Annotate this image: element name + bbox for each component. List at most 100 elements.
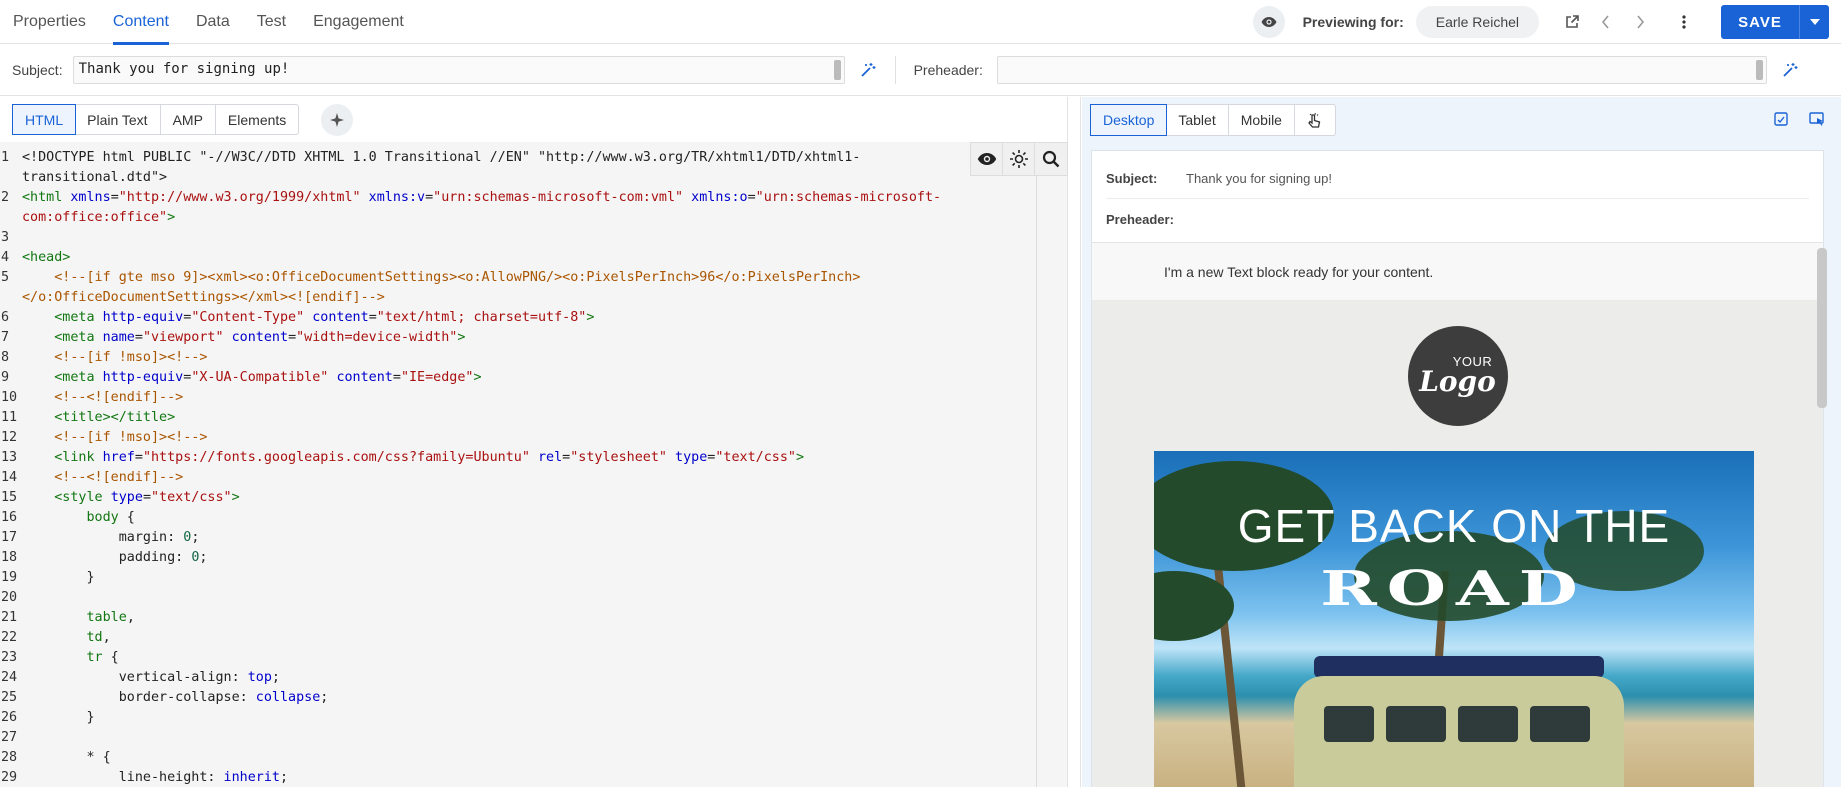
- tab-data[interactable]: Data: [196, 0, 244, 44]
- mode-html[interactable]: HTML: [12, 104, 77, 135]
- email-hero-image[interactable]: GET BACK ON THE ROAD: [1154, 451, 1754, 787]
- email-logo-row: YOUR Logo: [1092, 301, 1823, 451]
- preheader-scrollbar[interactable]: [1755, 60, 1763, 80]
- next-record-button[interactable]: [1623, 5, 1657, 39]
- brightness-icon: [1009, 150, 1028, 168]
- email-preview-panel: Subject: Thank you for signing up! Prehe…: [1082, 142, 1841, 787]
- chevron-right-icon: [1637, 15, 1645, 29]
- code-line[interactable]: 18 padding: 0;: [0, 548, 941, 568]
- line-number: 29: [1, 770, 18, 785]
- code-text: </o:OfficeDocumentSettings></xml><![endi…: [22, 290, 385, 305]
- toggle-theme-button[interactable]: [1003, 143, 1035, 175]
- preview-envelope: Subject: Thank you for signing up! Prehe…: [1092, 151, 1823, 243]
- ai-assist-button[interactable]: [321, 103, 354, 136]
- line-number: 13: [1, 450, 18, 465]
- van-roof-rack: [1314, 656, 1604, 678]
- code-text: padding: 0;: [22, 550, 208, 565]
- html-code-editor[interactable]: 1 <!DOCTYPE html PUBLIC "-//W3C//DTD XHTM…: [0, 142, 1068, 787]
- interactive-preview-button[interactable]: [1295, 105, 1335, 135]
- tab-test[interactable]: Test: [257, 0, 300, 44]
- code-text: }: [22, 570, 95, 585]
- subject-personalize-button[interactable]: [855, 57, 881, 83]
- code-line[interactable]: com:office:office">: [0, 208, 941, 228]
- preview-eye-button[interactable]: [1252, 6, 1285, 38]
- preview-toolbar: Desktop Tablet Mobile: [1082, 97, 1841, 142]
- mode-amp[interactable]: AMP: [161, 105, 216, 134]
- code-line[interactable]: 26 }: [0, 708, 941, 728]
- code-line[interactable]: 9 <meta http-equiv="X-UA-Compatible" con…: [0, 368, 941, 388]
- code-line[interactable]: 20: [0, 588, 941, 608]
- code-line[interactable]: 6 <meta http-equiv="Content-Type" conten…: [0, 308, 941, 328]
- code-line[interactable]: 19 }: [0, 568, 941, 588]
- preview-scrollbar[interactable]: [1817, 248, 1827, 408]
- preheader-input[interactable]: [996, 56, 1767, 84]
- open-external-button[interactable]: [1555, 5, 1589, 39]
- device-mobile[interactable]: Mobile: [1229, 104, 1295, 135]
- preheader-personalize-button[interactable]: [1777, 57, 1803, 83]
- code-text: table,: [86, 610, 135, 625]
- email-preview-frame[interactable]: Subject: Thank you for signing up! Prehe…: [1091, 150, 1824, 787]
- preview-snapshot-button[interactable]: [1763, 103, 1799, 135]
- code-content[interactable]: 1 <!DOCTYPE html PUBLIC "-//W3C//DTD XHTM…: [0, 148, 941, 787]
- tab-properties[interactable]: Properties: [13, 0, 100, 44]
- preview-inspect-button[interactable]: [1799, 103, 1835, 135]
- code-line[interactable]: 8 <!--[if !mso]><!-->: [0, 348, 941, 368]
- code-line[interactable]: 16 body {: [0, 508, 941, 528]
- device-tablet[interactable]: Tablet: [1166, 104, 1229, 135]
- line-number: 16: [1, 510, 18, 525]
- code-line[interactable]: 17 margin: 0;: [0, 528, 941, 548]
- mode-elements[interactable]: Elements: [216, 105, 298, 134]
- previous-record-button[interactable]: [1589, 5, 1623, 39]
- code-line[interactable]: 23 tr {: [0, 648, 941, 668]
- code-line[interactable]: 29 line-height: inherit;: [0, 768, 941, 787]
- toggle-preview-button[interactable]: [971, 143, 1003, 175]
- code-line[interactable]: </o:OfficeDocumentSettings></xml><![endi…: [0, 288, 941, 308]
- code-line[interactable]: 28 * {: [0, 748, 941, 768]
- magic-wand-icon: [860, 63, 876, 77]
- save-button[interactable]: SAVE: [1721, 5, 1799, 39]
- device-tabs: Desktop Tablet Mobile: [1090, 103, 1336, 136]
- mode-plain-text[interactable]: Plain Text: [75, 105, 161, 134]
- code-line[interactable]: 10 <!--<![endif]-->: [0, 388, 941, 408]
- save-dropdown-button[interactable]: [1799, 5, 1829, 39]
- subject-bar: Subject: Thank you for signing up! Prehe…: [0, 45, 1841, 96]
- tab-content[interactable]: Content: [112, 0, 183, 45]
- code-search-button[interactable]: [1035, 143, 1067, 175]
- code-line[interactable]: 2 <html xmlns="http://www.w3.org/1999/xht…: [0, 188, 941, 208]
- code-line[interactable]: 7 <meta name="viewport" content="width=d…: [0, 328, 941, 348]
- code-line[interactable]: 5 <!--[if gte mso 9]><xml><o:OfficeDocum…: [0, 268, 941, 288]
- editor-splitter[interactable]: [1069, 97, 1081, 787]
- subject-scrollbar[interactable]: [833, 60, 841, 80]
- code-text: com:office:office">: [22, 210, 176, 225]
- code-line[interactable]: 4 <head>: [0, 248, 941, 268]
- subject-input[interactable]: Thank you for signing up!: [72, 56, 845, 84]
- code-line[interactable]: 11 <title></title>: [0, 408, 941, 428]
- code-line[interactable]: 25 border-collapse: collapse;: [0, 688, 941, 708]
- line-number: 21: [1, 610, 18, 625]
- more-options-button[interactable]: [1667, 5, 1701, 39]
- code-line[interactable]: 22 td,: [0, 628, 941, 648]
- code-line[interactable]: 14 <!--<![endif]-->: [0, 468, 941, 488]
- code-text: <!--[if !mso]><!-->: [54, 430, 208, 445]
- preview-user-selector[interactable]: Earle Reichel: [1415, 6, 1539, 38]
- van-window: [1386, 706, 1446, 742]
- line-number: 25: [1, 690, 18, 705]
- tab-engagement[interactable]: Engagement: [313, 0, 418, 44]
- code-line[interactable]: 1 <!DOCTYPE html PUBLIC "-//W3C//DTD XHTM…: [0, 148, 941, 168]
- email-body: I'm a new Text block ready for your cont…: [1092, 243, 1823, 787]
- code-text: <html xmlns="http://www.w3.org/1999/xhtm…: [22, 190, 942, 205]
- code-line[interactable]: 13 <link href="https://fonts.googleapis.…: [0, 448, 941, 468]
- code-text: <meta name="viewport" content="width=dev…: [54, 330, 466, 345]
- code-line[interactable]: 15 <style type="text/css">: [0, 488, 941, 508]
- code-line[interactable]: 21 table,: [0, 608, 941, 628]
- email-text-block[interactable]: I'm a new Text block ready for your cont…: [1092, 243, 1823, 301]
- email-logo[interactable]: YOUR Logo: [1407, 326, 1508, 426]
- code-line[interactable]: 12 <!--[if !mso]><!-->: [0, 428, 941, 448]
- code-line[interactable]: 27: [0, 728, 941, 748]
- code-line[interactable]: transitional.dtd">: [0, 168, 941, 188]
- line-number: 19: [1, 570, 18, 585]
- code-line[interactable]: 3: [0, 228, 941, 248]
- code-line[interactable]: 24 vertical-align: top;: [0, 668, 941, 688]
- preview-subject-row: Subject: Thank you for signing up!: [1106, 151, 1809, 199]
- device-desktop[interactable]: Desktop: [1090, 103, 1168, 136]
